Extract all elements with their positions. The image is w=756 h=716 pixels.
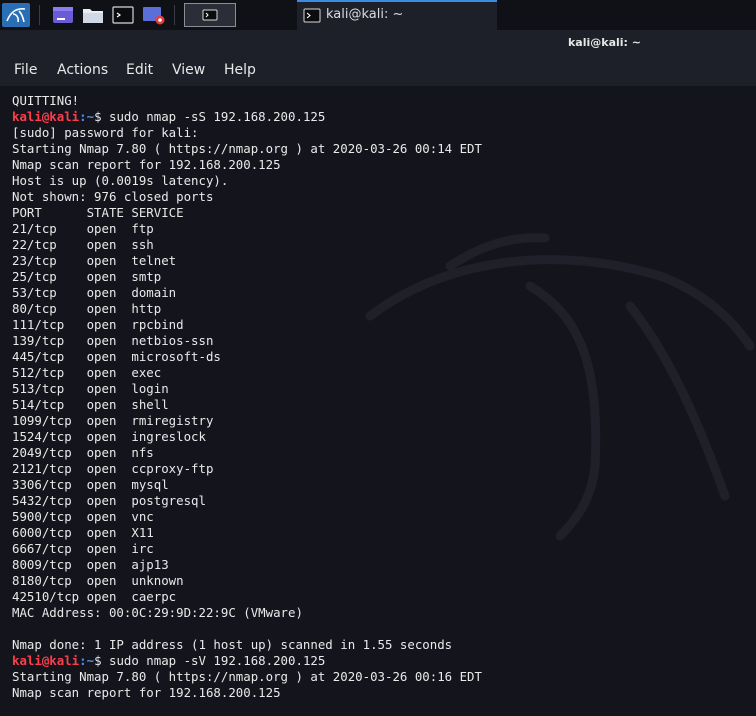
taskbar-window-button[interactable]: kali@kali: ~ [297, 0, 497, 30]
workspace-switcher[interactable] [184, 3, 236, 27]
terminal-line: QUITTING! [12, 93, 80, 108]
terminal-window-icon [202, 9, 218, 21]
port-row: 53/tcp open domain [12, 285, 177, 300]
port-row: 139/tcp open netbios-ssn [12, 333, 214, 348]
port-row: 1524/tcp open ingreslock [12, 429, 206, 444]
port-row: 111/tcp open rpcbind [12, 317, 184, 332]
terminal-icon [112, 6, 134, 24]
top-panel: kali@kali: ~ [0, 0, 756, 30]
menu-help[interactable]: Help [224, 62, 256, 78]
port-row: 514/tcp open shell [12, 397, 169, 412]
port-row: 6000/tcp open X11 [12, 525, 154, 540]
port-row: 8009/tcp open ajp13 [12, 557, 169, 572]
port-row: 25/tcp open smtp [12, 269, 162, 284]
terminal-line: Starting Nmap 7.80 ( https://nmap.org ) … [12, 141, 482, 156]
port-row: 23/tcp open telnet [12, 253, 177, 268]
terminal-line: Host is up (0.0019s latency). [12, 173, 229, 188]
menu-view[interactable]: View [172, 62, 205, 78]
port-row: 1099/tcp open rmiregistry [12, 413, 214, 428]
port-row: 5900/tcp open vnc [12, 509, 154, 524]
kali-dragon-icon [6, 8, 26, 23]
port-row: 512/tcp open exec [12, 365, 162, 380]
menu-file[interactable]: File [14, 62, 37, 78]
launcher-file-manager[interactable] [80, 3, 106, 27]
prompt-user: kali@kali [12, 653, 80, 668]
screen-recorder-icon [143, 7, 165, 25]
terminal-line: Nmap done: 1 IP address (1 host up) scan… [12, 637, 453, 652]
port-row: 22/tcp open ssh [12, 237, 154, 252]
port-row: 21/tcp open ftp [12, 221, 154, 236]
port-table-header: PORT STATE SERVICE [12, 205, 184, 220]
port-row: 6667/tcp open irc [12, 541, 154, 556]
folder-icon [83, 9, 103, 23]
window-titlebar[interactable]: kali@kali: ~ [0, 30, 756, 56]
command-text: sudo nmap -sV 192.168.200.125 [108, 653, 326, 668]
terminal-line: Starting Nmap 7.80 ( https://nmap.org ) … [12, 669, 482, 684]
prompt-sign: $ [94, 653, 109, 668]
port-row: 42510/tcp open caerpc [12, 589, 177, 604]
menu-actions[interactable]: Actions [57, 62, 108, 78]
port-row: 80/tcp open http [12, 301, 162, 316]
launcher-terminal[interactable] [110, 3, 136, 27]
port-row: 5432/tcp open postgresql [12, 493, 206, 508]
kali-menu-button[interactable] [2, 3, 30, 27]
terminal-output-area[interactable]: QUITTING! kali@kali:~$ sudo nmap -sS 192.… [0, 86, 756, 716]
launcher-terminal-emulator[interactable] [50, 3, 76, 27]
command-text: sudo nmap -sS 192.168.200.125 [108, 109, 326, 124]
terminal-window-icon [303, 8, 321, 23]
taskbar-window-title: kali@kali: ~ [326, 7, 404, 22]
command-line: kali@kali:~$ sudo nmap -sV 192.168.200.1… [12, 653, 482, 669]
terminal-text: QUITTING! kali@kali:~$ sudo nmap -sS 192.… [12, 93, 482, 701]
panel-separator [39, 5, 40, 25]
prompt-user: kali@kali [12, 109, 80, 124]
prompt-sign: $ [94, 109, 109, 124]
port-row: 8180/tcp open unknown [12, 573, 184, 588]
terminal-line: Not shown: 976 closed ports [12, 189, 214, 204]
port-row: 2121/tcp open ccproxy-ftp [12, 461, 214, 476]
menu-edit[interactable]: Edit [126, 62, 153, 78]
menu-bar: File Actions Edit View Help [0, 56, 756, 86]
window-title: kali@kali: ~ [567, 36, 641, 49]
terminal-launcher-icon [53, 7, 73, 23]
terminal-line: MAC Address: 00:0C:29:9D:22:9C (VMware) [12, 605, 303, 620]
port-row: 3306/tcp open mysql [12, 477, 169, 492]
terminal-line: [sudo] password for kali: [12, 125, 199, 140]
port-row: 445/tcp open microsoft-ds [12, 349, 221, 364]
port-row: 513/tcp open login [12, 381, 169, 396]
port-row: 2049/tcp open nfs [12, 445, 154, 460]
command-line: kali@kali:~$ sudo nmap -sS 192.168.200.1… [12, 109, 482, 125]
launcher-screen-recorder[interactable] [140, 3, 166, 27]
terminal-line: Nmap scan report for 192.168.200.125 [12, 157, 281, 172]
terminal-line: Nmap scan report for 192.168.200.125 [12, 685, 281, 700]
panel-separator [174, 5, 175, 25]
prompt-path: :~ [79, 109, 95, 124]
prompt-path: :~ [79, 653, 95, 668]
